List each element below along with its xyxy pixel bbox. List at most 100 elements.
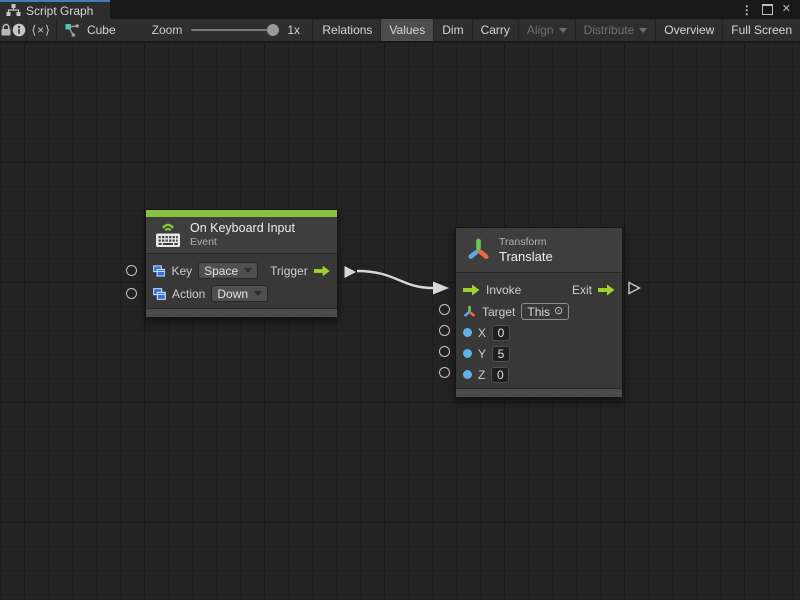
target-label: Target	[482, 305, 515, 319]
lock-icon	[0, 23, 12, 37]
param-row-z: Z 0	[456, 364, 622, 385]
action-dropdown[interactable]: Down	[211, 285, 268, 302]
translate-node-footer[interactable]	[456, 388, 622, 397]
key-label: Key	[171, 264, 192, 278]
toolbar-right-buttons: Relations Values Dim Carry Align Distrib…	[314, 19, 800, 41]
graph-toolbar: ⟨×⟩ Cube Zoom 1x Relations Values Dim	[0, 19, 800, 42]
lock-button[interactable]	[0, 19, 12, 41]
overview-label: Overview	[664, 23, 714, 37]
event-action-input-port[interactable]	[126, 288, 137, 299]
keyboard-icon	[154, 223, 182, 248]
graph-pointer-icon	[65, 23, 81, 37]
zoom-control: Zoom 1x	[152, 19, 312, 41]
transform-mini-icon	[463, 305, 476, 318]
transform-icon	[466, 237, 491, 263]
node-subtitle: Event	[190, 236, 295, 249]
event-key-input-port[interactable]	[126, 265, 137, 276]
relations-button[interactable]: Relations	[314, 19, 380, 41]
invoke-input-port[interactable]	[463, 284, 480, 296]
dim-button[interactable]: Dim	[434, 19, 471, 41]
key-row: Key Space Trigger	[146, 259, 337, 282]
tab-title: Script Graph	[26, 4, 93, 18]
action-row: Action Down	[146, 282, 337, 305]
node-on-keyboard-input[interactable]: On Keyboard Input Event Key Space Trigge…	[145, 209, 338, 318]
relations-label: Relations	[322, 23, 372, 37]
event-node-header[interactable]: On Keyboard Input Event	[146, 217, 337, 254]
chevron-down-icon	[244, 268, 252, 273]
distribute-label: Distribute	[584, 23, 635, 37]
window-menu-icon[interactable]: ⋮	[741, 4, 753, 16]
translate-z-input-port[interactable]	[439, 367, 450, 378]
carry-button[interactable]: Carry	[473, 19, 518, 41]
chevron-down-icon	[254, 291, 262, 296]
fullscreen-label: Full Screen	[731, 23, 792, 37]
event-node-body: Key Space Trigger Action Down	[146, 254, 337, 308]
event-node-titles: On Keyboard Input Event	[190, 221, 295, 249]
chevron-down-icon	[639, 28, 647, 33]
zoom-value: 1x	[287, 23, 300, 37]
code-icon: ⟨×⟩	[31, 23, 50, 37]
dim-label: Dim	[442, 23, 463, 37]
action-value: Down	[217, 287, 248, 301]
key-dropdown[interactable]: Space	[198, 262, 258, 279]
trigger-output-port[interactable]	[314, 265, 330, 277]
target-row: Target This ⊙	[456, 301, 622, 322]
close-icon[interactable]: ✕	[782, 4, 791, 15]
values-button[interactable]: Values	[381, 19, 433, 41]
zoom-label: Zoom	[152, 23, 183, 37]
zoom-slider-track[interactable]	[191, 29, 277, 31]
maximize-icon[interactable]	[762, 4, 773, 15]
node-transform-translate[interactable]: Transform Translate Invoke Exit Target	[455, 227, 623, 398]
code-view-button[interactable]: ⟨×⟩	[27, 19, 56, 41]
value-input-icon	[153, 265, 165, 277]
distribute-dropdown-button[interactable]: Distribute	[576, 19, 656, 41]
values-label: Values	[389, 23, 425, 37]
value-port-icon	[463, 370, 472, 379]
exit-connection-port[interactable]	[627, 281, 641, 295]
tab-script-graph[interactable]: Script Graph	[0, 0, 110, 19]
translate-target-input-port[interactable]	[439, 304, 450, 315]
zoom-slider[interactable]	[191, 24, 277, 36]
translate-x-input-port[interactable]	[439, 325, 450, 336]
translate-node-header[interactable]: Transform Translate	[456, 228, 622, 273]
exit-label: Exit	[572, 283, 592, 297]
event-node-footer[interactable]	[146, 308, 337, 317]
node-category: Transform	[499, 236, 553, 249]
window-controls: ⋮ ✕	[741, 0, 800, 19]
exit-output-port[interactable]	[598, 284, 615, 296]
invoke-row: Invoke Exit	[456, 278, 622, 301]
value-port-icon	[463, 328, 472, 337]
translate-node-titles: Transform Translate	[499, 236, 553, 264]
param-row-y: Y 5	[456, 343, 622, 364]
carry-label: Carry	[481, 23, 510, 37]
info-button[interactable]	[12, 19, 26, 41]
node-title: On Keyboard Input	[190, 221, 295, 236]
value-port-icon	[463, 349, 472, 358]
graph-target-button[interactable]: Cube	[56, 19, 126, 41]
translate-y-input-port[interactable]	[439, 346, 450, 357]
fullscreen-button[interactable]: Full Screen	[723, 19, 800, 41]
node-title: Translate	[499, 249, 553, 264]
overview-button[interactable]: Overview	[656, 19, 722, 41]
value-input-icon	[153, 288, 166, 300]
event-accent-bar	[146, 210, 337, 217]
trigger-connection-port[interactable]	[343, 265, 357, 279]
invoke-label: Invoke	[486, 283, 521, 297]
param-x-label: X	[478, 326, 486, 340]
param-z-label: Z	[478, 368, 485, 382]
tab-bar: Script Graph ⋮ ✕	[0, 0, 800, 19]
param-z-field[interactable]: 0	[491, 367, 509, 383]
param-y-field[interactable]: 5	[492, 346, 510, 362]
translate-node-body: Invoke Exit Target This ⊙ X 0	[456, 273, 622, 388]
align-dropdown-button[interactable]: Align	[519, 19, 575, 41]
zoom-slider-handle[interactable]	[267, 24, 279, 36]
target-value: This	[527, 305, 550, 319]
graph-hierarchy-icon	[6, 4, 21, 17]
param-y-label: Y	[478, 347, 486, 361]
action-label: Action	[172, 287, 205, 301]
target-object-button[interactable]: This ⊙	[521, 303, 569, 320]
graph-target-label: Cube	[87, 23, 116, 37]
graph-canvas[interactable]	[0, 42, 800, 600]
param-row-x: X 0	[456, 322, 622, 343]
param-x-field[interactable]: 0	[492, 325, 510, 341]
